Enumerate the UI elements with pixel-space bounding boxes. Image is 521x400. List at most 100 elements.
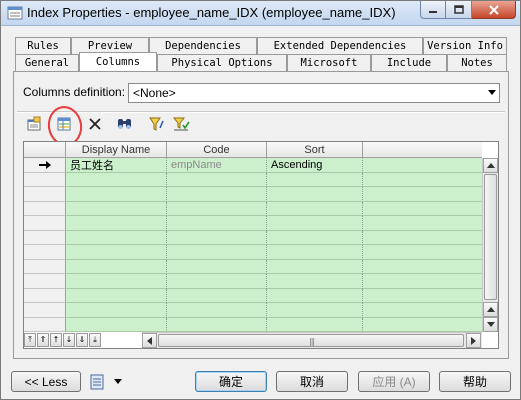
cell-display-name[interactable] — [66, 303, 167, 318]
row-header[interactable] — [24, 274, 66, 289]
cell-display-name[interactable] — [66, 187, 167, 202]
row-header[interactable] — [24, 303, 66, 318]
cell-display-name[interactable] — [66, 216, 167, 231]
cell-display-name[interactable] — [66, 317, 167, 332]
chevron-down-icon[interactable] — [488, 90, 496, 95]
row-header[interactable] — [24, 187, 66, 202]
grid-horizontal-scrollbar[interactable]: ||| — [142, 332, 482, 348]
cell-filler[interactable] — [363, 245, 482, 260]
cell-code[interactable] — [167, 259, 267, 274]
cell-sort[interactable] — [267, 303, 363, 318]
row-header[interactable] — [24, 158, 66, 173]
cell-sort[interactable] — [267, 216, 363, 231]
model-menu-button[interactable] — [89, 372, 123, 392]
row-header[interactable] — [24, 201, 66, 216]
columns-definition-select[interactable]: <None> — [128, 83, 500, 103]
cell-sort[interactable] — [267, 172, 363, 187]
cell-display-name[interactable] — [66, 274, 167, 289]
cell-code[interactable] — [167, 288, 267, 303]
tab-physical-options[interactable]: Physical Options — [157, 54, 287, 71]
filter-button[interactable] — [147, 114, 167, 134]
ok-button[interactable]: 确定 — [195, 371, 267, 392]
cell-code[interactable] — [167, 172, 267, 187]
close-button[interactable] — [472, 1, 516, 19]
cell-sort[interactable] — [267, 187, 363, 202]
row-header[interactable] — [24, 317, 66, 332]
tab-rules[interactable]: Rules — [15, 37, 71, 54]
cell-sort[interactable] — [267, 274, 363, 289]
cell-filler[interactable] — [363, 187, 482, 202]
page-up-icon[interactable]: ⇑ — [37, 333, 49, 347]
tab-microsoft[interactable]: Microsoft — [287, 54, 371, 71]
less-button[interactable]: << Less — [11, 371, 81, 392]
vertical-scroll-thumb[interactable] — [484, 174, 497, 300]
tab-include[interactable]: Include — [371, 54, 447, 71]
column-header-code[interactable]: Code — [167, 142, 267, 158]
cell-code[interactable] — [167, 230, 267, 245]
cell-code[interactable] — [167, 303, 267, 318]
cell-sort[interactable] — [267, 230, 363, 245]
cell-filler[interactable] — [363, 230, 482, 245]
move-down-icon[interactable]: ↓ — [63, 333, 75, 347]
properties-button[interactable] — [24, 114, 44, 134]
scroll-up-button[interactable] — [483, 158, 498, 173]
cell-filler[interactable] — [363, 201, 482, 216]
row-header[interactable] — [24, 288, 66, 303]
apply-button[interactable]: 应用 (A) — [358, 371, 430, 392]
cell-filler[interactable] — [363, 288, 482, 303]
find-button[interactable] — [115, 114, 135, 134]
cell-filler[interactable] — [363, 216, 482, 231]
cell-display-name[interactable] — [66, 259, 167, 274]
cell-display-name[interactable] — [66, 288, 167, 303]
tab-extended-dependencies[interactable]: Extended Dependencies — [257, 37, 423, 54]
scroll-down-button[interactable] — [483, 317, 498, 332]
cell-sort[interactable] — [267, 259, 363, 274]
column-header-sort[interactable]: Sort — [267, 142, 363, 158]
tab-columns[interactable]: Columns — [79, 52, 157, 71]
tab-notes[interactable]: Notes — [447, 54, 507, 71]
move-up-icon[interactable]: ↑ — [50, 333, 62, 347]
grid-vertical-scrollbar[interactable] — [482, 158, 498, 332]
move-to-top-icon[interactable]: ⤒ — [24, 333, 36, 347]
cell-filler[interactable] — [363, 172, 482, 187]
tab-dependencies[interactable]: Dependencies — [149, 37, 257, 54]
tab-general[interactable]: General — [15, 54, 79, 71]
row-header[interactable] — [24, 230, 66, 245]
move-to-bottom-icon[interactable]: ⤓ — [89, 333, 101, 347]
cell-sort[interactable]: Ascending — [267, 158, 363, 173]
help-button[interactable]: 帮助 — [439, 371, 511, 392]
cell-code[interactable] — [167, 274, 267, 289]
cell-display-name[interactable] — [66, 230, 167, 245]
cell-code[interactable]: empName — [167, 158, 267, 173]
maximize-button[interactable] — [446, 1, 472, 19]
cell-filler[interactable] — [363, 303, 482, 318]
cell-display-name[interactable] — [66, 245, 167, 260]
cell-display-name[interactable] — [66, 201, 167, 216]
cancel-button[interactable]: 取消 — [276, 371, 348, 392]
column-header-display-name[interactable]: Display Name — [66, 142, 167, 158]
delete-button[interactable] — [85, 114, 105, 134]
cell-code[interactable] — [167, 216, 267, 231]
minimize-button[interactable] — [420, 1, 446, 19]
cell-filler[interactable] — [363, 158, 482, 173]
cell-display-name[interactable] — [66, 172, 167, 187]
cell-code[interactable] — [167, 201, 267, 216]
cell-sort[interactable] — [267, 201, 363, 216]
row-header[interactable] — [24, 216, 66, 231]
cell-filler[interactable] — [363, 259, 482, 274]
page-down-icon[interactable]: ⇓ — [76, 333, 88, 347]
cell-code[interactable] — [167, 317, 267, 332]
tab-version-info[interactable]: Version Info — [423, 37, 507, 54]
cell-display-name[interactable]: 员工姓名 — [66, 158, 167, 173]
row-header[interactable] — [24, 259, 66, 274]
cell-code[interactable] — [167, 187, 267, 202]
cell-filler[interactable] — [363, 274, 482, 289]
cell-sort[interactable] — [267, 245, 363, 260]
scroll-up-small-button[interactable] — [483, 302, 498, 317]
row-header[interactable] — [24, 172, 66, 187]
scroll-right-button[interactable] — [466, 333, 481, 348]
cell-filler[interactable] — [363, 317, 482, 332]
scroll-left-button[interactable] — [142, 333, 157, 348]
customize-columns-button[interactable] — [171, 114, 191, 134]
row-header[interactable] — [24, 245, 66, 260]
